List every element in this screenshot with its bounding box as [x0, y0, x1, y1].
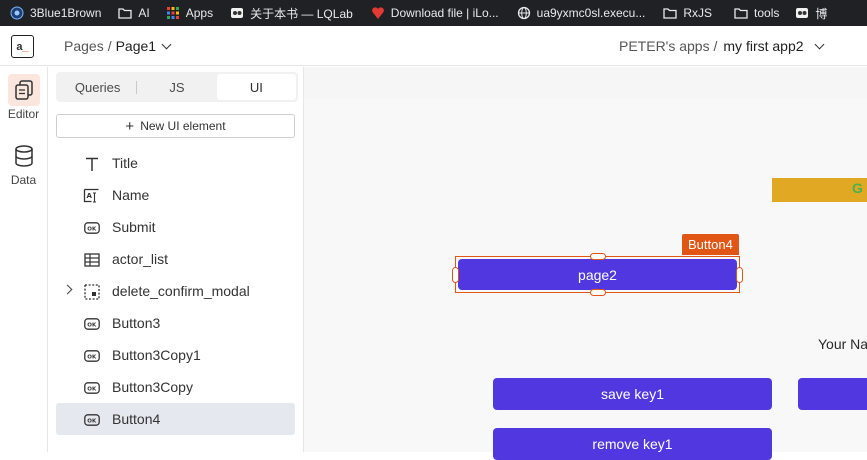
tree-item-name[interactable]: A Name [56, 179, 295, 211]
svg-text:OK: OK [87, 354, 97, 360]
red-favicon-icon [371, 6, 385, 20]
bookmark-ai[interactable]: AI [118, 0, 150, 26]
folder-icon [663, 6, 678, 20]
partial-button[interactable] [798, 378, 867, 410]
bookmark-3blue1brown[interactable]: 3Blue1Brown [10, 0, 101, 26]
workspace-name: PETER's apps / [619, 38, 718, 54]
editor-icon [7, 74, 40, 106]
rail-data[interactable]: Data [0, 140, 47, 187]
tab-ui[interactable]: UI [216, 74, 296, 100]
your-name-label: Your Na [818, 336, 867, 352]
chevron-right-icon[interactable] [62, 284, 73, 295]
new-ui-element-button[interactable]: + New UI element [56, 114, 295, 138]
apps-grid-icon [166, 6, 180, 20]
resize-handle-right[interactable] [736, 267, 743, 283]
input-icon: A [83, 187, 100, 204]
selected-widget-label[interactable]: Button4 [682, 234, 739, 255]
resize-handle-left[interactable] [452, 267, 459, 283]
app-header: a _ Pages / Page1 PETER's apps / my first… [0, 26, 867, 66]
tree-item-submit[interactable]: OK Submit [56, 211, 295, 243]
save-key-button[interactable]: save key1 [493, 378, 772, 410]
bookmarks-bar: 3Blue1Brown AI Apps 关于本书 — LQLab Downloa… [0, 0, 867, 26]
yellow-widget-text: G [852, 180, 863, 196]
tree-item-actor-list[interactable]: actor_list [56, 243, 295, 275]
breadcrumb: Pages / Page1 [64, 38, 172, 54]
tree-item-button3copy[interactable]: OK Button3Copy [56, 371, 295, 403]
button-icon: OK [83, 315, 100, 332]
tree-item-button4[interactable]: OK Button4 [56, 403, 295, 435]
folder-icon [118, 6, 133, 20]
site-favicon-icon [230, 6, 244, 20]
globe-icon [517, 6, 531, 20]
bookmark-download-file[interactable]: Download file | iLo... [371, 0, 499, 26]
bookmark-rxjs[interactable]: RxJS [663, 0, 712, 26]
sidebar-tabs: Queries JS UI [56, 72, 298, 102]
yellow-widget[interactable]: G [772, 178, 867, 202]
page-selector[interactable]: Page1 [116, 38, 156, 54]
modal-icon [83, 283, 100, 300]
database-icon [8, 140, 40, 172]
bookmark-apps[interactable]: Apps [166, 0, 213, 26]
svg-text:OK: OK [87, 226, 97, 232]
tab-js[interactable]: JS [137, 74, 216, 100]
tree-item-button3[interactable]: OK Button3 [56, 307, 295, 339]
button-icon: OK [83, 347, 100, 364]
appsmith-logo[interactable]: a _ [11, 35, 34, 58]
svg-text:OK: OK [87, 386, 97, 392]
text-icon [83, 155, 100, 172]
resize-handle-bottom[interactable] [590, 289, 606, 296]
bookmark-execute-api[interactable]: ua9yxmc0sl.execu... [517, 0, 645, 26]
left-rail: Editor Data [0, 67, 48, 452]
bookmark-partial[interactable]: 博 [795, 0, 827, 26]
tree-item-title[interactable]: Title [56, 147, 295, 179]
canvas-area: G Button4 page2 Your Na save key1 remove… [304, 67, 867, 460]
app-name: my first app2 [723, 38, 804, 54]
button-icon: OK [83, 219, 100, 236]
blue-circle-icon [10, 6, 24, 20]
folder-icon [734, 6, 748, 20]
breadcrumb-separator: / [107, 38, 112, 54]
button-icon: OK [83, 379, 100, 396]
plus-icon: + [125, 117, 135, 135]
widget-tree: Title A Name OK Submit actor_list delete… [56, 147, 295, 435]
tree-item-button3copy1[interactable]: OK Button3Copy1 [56, 339, 295, 371]
site-favicon-icon [795, 6, 809, 20]
app-selector[interactable]: PETER's apps / my first app2 [619, 38, 824, 54]
pages-link[interactable]: Pages [64, 38, 104, 54]
rail-editor[interactable]: Editor [0, 74, 47, 121]
svg-text:OK: OK [87, 418, 97, 424]
bookmark-lqlab[interactable]: 关于本书 — LQLab [230, 0, 353, 26]
remove-key-button[interactable]: remove key1 [493, 428, 772, 460]
bookmark-tools[interactable]: tools [734, 0, 779, 26]
resize-handle-top[interactable] [590, 253, 606, 260]
page2-button[interactable]: page2 [458, 259, 737, 290]
svg-text:OK: OK [87, 322, 97, 328]
tab-queries[interactable]: Queries [58, 74, 138, 100]
button-icon: OK [83, 411, 100, 428]
chevron-down-icon[interactable] [814, 39, 824, 49]
tree-item-delete-confirm-modal[interactable]: delete_confirm_modal [56, 275, 295, 307]
explorer-sidebar: Queries JS UI + New UI element Title A N… [48, 67, 304, 452]
table-icon [83, 251, 100, 268]
chevron-down-icon[interactable] [161, 39, 172, 49]
svg-text:A: A [87, 192, 93, 200]
